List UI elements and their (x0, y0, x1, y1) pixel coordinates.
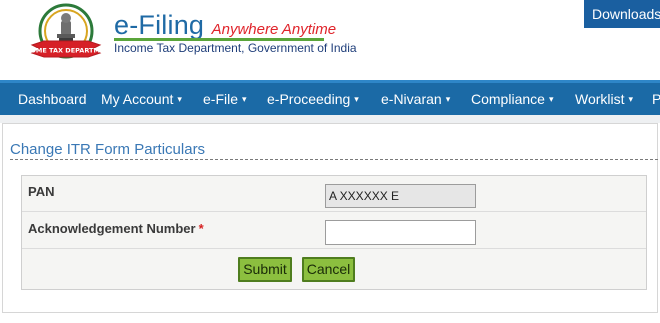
nav-item-label: Compliance (471, 91, 545, 107)
acknowledgement-number-input[interactable] (325, 220, 476, 245)
ack-label: Acknowledgement Number (28, 221, 196, 236)
brand-tagline: Anywhere Anytime (211, 21, 337, 38)
nav-item-truncated[interactable]: P (652, 83, 660, 115)
page-title: Change ITR Form Particulars (10, 141, 206, 158)
nav-item-label: P (652, 91, 660, 107)
nav-item-e-nivaran[interactable]: e-Nivaran ▾ (381, 83, 450, 115)
brand-title: e-Filing (114, 10, 205, 40)
nav-item-e-file[interactable]: e-File ▾ (203, 83, 247, 115)
submit-button[interactable]: Submit (238, 257, 292, 282)
cancel-button[interactable]: Cancel (302, 257, 355, 282)
pan-label: PAN (28, 184, 55, 199)
caret-down-icon: ▾ (548, 94, 554, 105)
department-name: Income Tax Department, Government of Ind… (114, 41, 357, 55)
nav-item-label: Worklist (575, 91, 625, 107)
nav-item-compliance[interactable]: Compliance ▾ (471, 83, 553, 115)
nav-item-label: e-Nivaran (381, 91, 442, 107)
nav-item-label: My Account (101, 91, 174, 107)
nav-shadow-strip (0, 115, 660, 123)
downloads-button[interactable]: Downloads (584, 0, 660, 28)
caret-down-icon: ▾ (242, 94, 247, 105)
required-mark: * (198, 221, 204, 236)
nav-item-label: Dashboard (18, 91, 87, 107)
caret-down-icon: ▾ (354, 94, 359, 105)
caret-down-icon: ▾ (445, 94, 451, 105)
nav-item-label: e-File (203, 91, 239, 107)
caret-down-icon: ▾ (177, 94, 182, 105)
nav-item-worklist[interactable]: Worklist ▾ (575, 83, 633, 115)
ack-label-wrap: Acknowledgement Number * (28, 221, 204, 236)
nav-item-dashboard[interactable]: Dashboard (18, 83, 87, 115)
svg-text:INCOME TAX DEPARTMENT: INCOME TAX DEPARTMENT (26, 47, 106, 55)
pan-field: A XXXXXX E (325, 184, 476, 208)
brand-block: e-Filing Anywhere Anytime (114, 10, 336, 41)
income-tax-emblem-logo[interactable]: INCOME TAX DEPARTMENT (26, 3, 106, 65)
title-divider (10, 159, 658, 160)
nav-item-e-proceeding[interactable]: e-Proceeding ▾ (267, 83, 359, 115)
nav-item-my-account[interactable]: My Account ▾ (101, 83, 182, 115)
nav-item-label: e-Proceeding (267, 91, 351, 107)
main-nav: Dashboard My Account ▾ e-File ▾ e-Proceedi… (0, 80, 660, 115)
site-header: INCOME TAX DEPARTMENT e-Filing Anywhere … (0, 0, 660, 80)
caret-down-icon: ▾ (628, 94, 634, 105)
